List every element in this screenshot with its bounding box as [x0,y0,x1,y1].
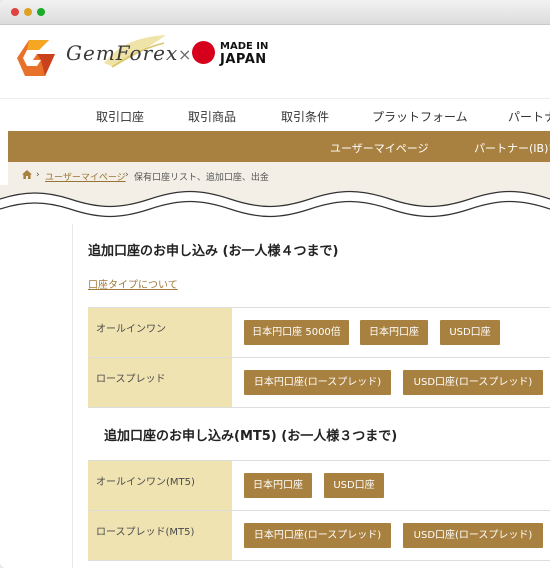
row-label: ロースプレッド [96,374,166,385]
main-nav: 取引口座 取引商品 取引条件 プラットフォーム パートナ [0,98,550,131]
nav-item-products[interactable]: 取引商品 [188,108,236,125]
breadcrumb-separator: › [36,170,40,180]
times-symbol: × [178,45,192,64]
browser-window: GemForex × MADE IN JAPAN 取引口座 取引商品 取引条件 … [0,0,550,568]
table-row: ロースプレッド 日本円口座(ロースプレッド) USD口座(ロースプレッド) [88,358,550,408]
made-in-label: MADE IN [220,41,269,52]
mt5-jpy-lowspread-account-button[interactable]: 日本円口座(ロースプレッド) [244,523,391,548]
jpy-5000x-account-button[interactable]: 日本円口座 5000倍 [244,320,349,345]
site-header: GemForex × MADE IN JAPAN [0,25,550,97]
nav-item-accounts[interactable]: 取引口座 [96,108,144,125]
nav-item-platform[interactable]: プラットフォーム [372,108,468,125]
mt5-jpy-account-button[interactable]: 日本円口座 [244,473,312,498]
minimize-window-icon[interactable] [24,8,32,16]
row-header: ロースプレッド [88,358,232,407]
maximize-window-icon[interactable] [37,8,45,16]
usd-account-button[interactable]: USD口座 [440,320,500,345]
gemforex-logo-icon[interactable] [15,38,59,78]
section-title-additional-accounts: 追加口座のお申し込み (お一人様４つまで) [88,244,339,259]
breadcrumb-mypage-link[interactable]: ユーザーマイページ [45,170,126,183]
row-header: オールインワン(MT5) [88,461,232,510]
usd-lowspread-account-button[interactable]: USD口座(ロースプレッド) [403,370,543,395]
home-icon[interactable] [22,170,32,179]
user-subnav: ユーザーマイページ パートナー(IB)マ [8,131,550,162]
row-header: ロースプレッド(MT5) [88,511,232,560]
jpy-lowspread-account-button[interactable]: 日本円口座(ロースプレッド) [244,370,391,395]
mt5-account-table: オールインワン(MT5) 日本円口座 USD口座 ロースプレッド(MT5) 日本… [88,460,550,561]
main-content: 追加口座のお申し込み (お一人様４つまで) 口座タイプについて オールインワン … [72,224,550,568]
mt4-account-table: オールインワン 日本円口座 5000倍 日本円口座 USD口座 ロースプレッド … [88,307,550,408]
mt5-usd-lowspread-account-button[interactable]: USD口座(ロースプレッド) [403,523,543,548]
title-bar [0,0,550,25]
subnav-user-mypage[interactable]: ユーザーマイページ [330,140,429,156]
row-label: ロースプレッド(MT5) [96,527,195,538]
row-label: オールインワン(MT5) [96,477,195,488]
page-tear-divider [0,185,550,225]
breadcrumb-separator: › [125,170,129,180]
row-header: オールインワン [88,308,232,357]
nav-item-partner[interactable]: パートナ [508,108,550,125]
japan-flag-icon [192,41,215,64]
section-title-mt5-accounts: 追加口座のお申し込み(MT5) (お一人様３つまで) [104,429,398,444]
brand-name[interactable]: GemForex [66,41,178,65]
subnav-partner-mypage[interactable]: パートナー(IB)マ [474,140,550,156]
account-types-link[interactable]: 口座タイプについて [88,276,178,291]
table-row: ロースプレッド(MT5) 日本円口座(ロースプレッド) USD口座(ロースプレッ… [88,511,550,561]
mt5-usd-account-button[interactable]: USD口座 [324,473,384,498]
table-row: オールインワン 日本円口座 5000倍 日本円口座 USD口座 [88,308,550,358]
jpy-account-button[interactable]: 日本円口座 [360,320,428,345]
breadcrumb-current: 保有口座リスト、追加口座、出金 [134,173,269,183]
nav-item-conditions[interactable]: 取引条件 [281,108,329,125]
japan-label: JAPAN [220,52,267,67]
row-label: オールインワン [96,324,166,335]
close-window-icon[interactable] [11,8,19,16]
table-row: オールインワン(MT5) 日本円口座 USD口座 [88,461,550,511]
